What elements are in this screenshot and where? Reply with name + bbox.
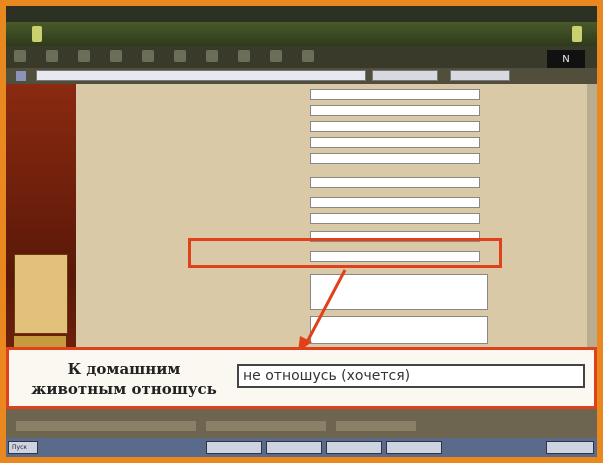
textarea-2[interactable]	[310, 316, 488, 344]
form-input[interactable]	[310, 153, 480, 164]
forward-button-icon[interactable]	[46, 50, 58, 62]
taskbar-button[interactable]	[326, 441, 382, 454]
refresh-button-icon[interactable]	[110, 50, 122, 62]
titlebar-left-knob	[32, 26, 42, 42]
form-row	[156, 176, 496, 190]
page-icon	[16, 71, 26, 81]
windows-taskbar: Пуск	[6, 438, 597, 457]
home-button-icon[interactable]	[142, 50, 154, 62]
form-input[interactable]	[310, 105, 480, 116]
start-button[interactable]: Пуск	[8, 441, 38, 454]
taskbar-button[interactable]	[386, 441, 442, 454]
search-select[interactable]	[372, 70, 438, 81]
address-bar	[6, 68, 597, 84]
status-bar	[6, 409, 597, 438]
stop-button-icon[interactable]	[78, 50, 90, 62]
form-row	[156, 196, 496, 210]
engine-select[interactable]	[450, 70, 510, 81]
form-input[interactable]	[310, 137, 480, 148]
callout-input[interactable]: не отношусь (хочется)	[237, 364, 585, 388]
highlight-box	[188, 238, 502, 268]
browser-toolbar	[6, 46, 597, 68]
form-input[interactable]	[310, 121, 480, 132]
status-segment	[16, 421, 196, 431]
form-input[interactable]	[310, 89, 480, 100]
form-row	[156, 88, 496, 102]
back-button-icon[interactable]	[14, 50, 26, 62]
sidebar-banner[interactable]	[14, 254, 68, 334]
taskbar-clock	[546, 441, 594, 454]
search-button-icon[interactable]	[174, 50, 186, 62]
screenshot-frame: N К домашним животным отношусь не отношу…	[0, 0, 603, 463]
taskbar-button[interactable]	[206, 441, 262, 454]
form-row	[156, 120, 496, 134]
form-row	[156, 136, 496, 150]
url-input[interactable]	[36, 70, 366, 81]
form-input[interactable]	[310, 197, 480, 208]
print-button-icon[interactable]	[302, 50, 314, 62]
system-topbar	[6, 6, 597, 22]
mail-button-icon[interactable]	[270, 50, 282, 62]
browser-titlebar	[6, 22, 597, 46]
browser-logo: N	[547, 50, 585, 70]
callout-label: К домашним животным отношусь	[31, 360, 217, 398]
status-segment	[336, 421, 416, 431]
titlebar-right-knob	[572, 26, 582, 42]
form-row	[156, 212, 496, 226]
form-input[interactable]	[310, 213, 480, 224]
status-segment	[206, 421, 326, 431]
history-button-icon[interactable]	[238, 50, 250, 62]
form-input[interactable]	[310, 177, 480, 188]
taskbar-button[interactable]	[266, 441, 322, 454]
form-row	[156, 152, 496, 166]
zoom-callout: К домашним животным отношусь не отношусь…	[6, 347, 597, 409]
textarea-1[interactable]	[310, 274, 488, 310]
favorites-button-icon[interactable]	[206, 50, 218, 62]
form-row	[156, 104, 496, 118]
